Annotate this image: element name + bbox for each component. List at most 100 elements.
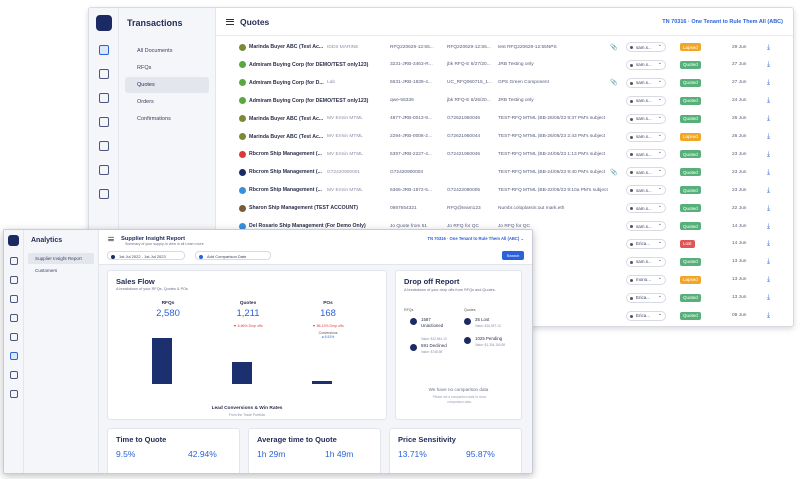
menu-icon[interactable] — [108, 236, 114, 241]
buyer-name: Admiram Buying Corp (for DEMO/TEST only1… — [249, 97, 369, 104]
nav-confirmations[interactable]: Confirmations — [125, 111, 209, 127]
table-row[interactable]: Marinda Buyer ABC (Test Ac... MV Ermin MT… — [216, 128, 793, 146]
table-row[interactable]: Sharon Ship Management (TEST ACCOUNT) 098… — [216, 199, 793, 217]
download-icon[interactable]: ⤓ — [765, 240, 772, 247]
status-badge: Lapsed — [680, 132, 701, 141]
row-date: 14 Jun — [732, 241, 747, 247]
quotes-label: Quotes — [239, 301, 257, 306]
assignee-dropdown[interactable]: sam.s... — [626, 203, 666, 214]
tenant-selector[interactable]: TN 70316 · One Tenant to Rule Them All (… — [427, 236, 524, 241]
library-icon[interactable] — [98, 189, 109, 199]
dollar-icon[interactable] — [98, 93, 109, 103]
table-row[interactable]: Admiram Buying Corp (for DEMO/TEST only1… — [216, 56, 793, 74]
subject: GPS Green Component — [498, 80, 549, 86]
table-row[interactable]: Marinda Buyer ABC (Test Ac... MV Ermin MT… — [216, 110, 793, 128]
download-icon[interactable]: ⤓ — [765, 44, 772, 51]
search-icon[interactable] — [98, 141, 109, 151]
search-icon[interactable] — [9, 333, 18, 341]
assignee-dropdown[interactable]: sam.s... — [626, 42, 666, 52]
chart-icon[interactable] — [98, 165, 109, 175]
search-button[interactable]: Search — [502, 251, 524, 260]
chart-icon[interactable] — [9, 352, 18, 360]
download-icon[interactable]: ⤓ — [765, 97, 772, 104]
table-row[interactable]: Rbcrom Ship Management (... MV Ermin MTML… — [216, 145, 793, 163]
section-title: Analytics — [31, 237, 63, 244]
analytics-main: Supplier Insight Report Summary of your … — [99, 230, 532, 473]
vessel-name: G72420900001 — [327, 169, 361, 175]
transactions-icon[interactable] — [98, 45, 109, 55]
nav-all-documents[interactable]: All Documents — [125, 43, 209, 59]
assignee-dropdown[interactable]: sam.s... — [626, 95, 666, 106]
subject: TEST-RFQ MTML (BB-26/06/23 2:43 PM's sub… — [498, 134, 606, 139]
table-row[interactable]: Admiram Buying Corp (for DEMO/TEST only1… — [216, 92, 793, 110]
download-icon[interactable]: ⤓ — [765, 115, 772, 122]
table-row[interactable]: Admiram Buying Corp (for D... Lab 5631-JRB… — [216, 74, 793, 92]
row-date: 26 Jun — [732, 116, 747, 122]
nav-quotes[interactable]: Quotes — [125, 77, 209, 93]
report-title: Supplier Insight Report — [121, 235, 186, 242]
nav-orders[interactable]: Orders — [125, 94, 209, 110]
tenant-selector[interactable]: TN 70316 · One Tenant to Rule Them All (… — [662, 19, 783, 25]
status-dot-icon — [410, 318, 417, 325]
assignee-dropdown[interactable]: sam.s... — [626, 185, 666, 196]
row-date: 22 Jun — [732, 205, 747, 211]
download-icon[interactable]: ⤓ — [765, 169, 772, 176]
download-icon[interactable]: ⤓ — [765, 276, 772, 283]
table-row[interactable]: Rbcrom Ship Management (... MV Ermin MTML… — [216, 181, 793, 199]
table-row[interactable]: Rbcrom Ship Management (... G72420900001 G… — [216, 163, 793, 181]
download-icon[interactable]: ⤓ — [765, 151, 772, 158]
table-row[interactable]: Marinda Buyer ABC (Test Ac... IDDS MARINE… — [216, 38, 793, 56]
document-icon[interactable] — [98, 69, 109, 79]
assignee-dropdown[interactable]: Erica... — [626, 310, 666, 321]
calendar-icon[interactable] — [98, 117, 109, 127]
nav-customers[interactable]: Customers — [28, 265, 94, 276]
nav-supplier-insight[interactable]: Supplier Insight Report — [28, 253, 94, 264]
vessel-name: Lab — [327, 80, 336, 86]
document-icon[interactable] — [9, 276, 18, 284]
status-badge: Quoted — [680, 293, 701, 302]
date-range-picker[interactable]: 1st Jul 2022 - 1st Jul 2023 — [107, 251, 185, 260]
comparison-date-picker[interactable]: Add Comparison Date — [195, 251, 271, 260]
assignee-dropdown[interactable]: sam.s... — [626, 131, 666, 142]
buyer-name: Rbcrom Ship Management (... — [249, 151, 322, 158]
calendar-icon[interactable] — [9, 314, 18, 322]
rfq-reference: 5397-JRB-2227-4... — [390, 151, 432, 157]
assignee-dropdown[interactable]: mono... — [626, 274, 666, 285]
download-icon[interactable]: ⤓ — [765, 133, 772, 140]
assignee-dropdown[interactable]: Erica... — [626, 238, 666, 249]
rfq-reference: 3231-JRB-3463-R... — [390, 62, 433, 68]
assignee-dropdown[interactable]: sam.s... — [626, 59, 666, 70]
assignee-dropdown[interactable]: sam.s... — [626, 149, 666, 160]
assignee-dropdown[interactable]: sam.s... — [626, 221, 666, 231]
drop-off-main: 591 Declined — [421, 343, 447, 348]
transactions-icon[interactable] — [9, 257, 18, 265]
status-dot-icon — [464, 337, 471, 344]
download-icon[interactable]: ⤓ — [765, 205, 772, 212]
calendar-icon — [111, 254, 115, 259]
subject: TEST-RFQ MTML (BB-24/06/23 9:40 PM's sub… — [498, 169, 606, 175]
grid-icon[interactable] — [9, 390, 18, 398]
dollar-icon[interactable] — [9, 295, 18, 303]
assignee-dropdown[interactable]: sam.s... — [626, 77, 666, 88]
download-icon[interactable]: ⤓ — [765, 223, 772, 230]
status-badge: Quoted — [680, 204, 701, 213]
download-icon[interactable]: ⤓ — [765, 294, 772, 301]
download-icon[interactable]: ⤓ — [765, 61, 772, 68]
library-icon[interactable] — [9, 371, 18, 379]
sales-flow-subtitle: A breakdown of your RFQs, Quotes & POs — [116, 287, 188, 291]
download-icon[interactable]: ⤓ — [765, 79, 772, 86]
download-icon[interactable]: ⤓ — [765, 312, 772, 319]
download-icon[interactable]: ⤓ — [765, 258, 772, 265]
assignee-dropdown[interactable]: sam.s... — [626, 167, 666, 178]
vessel-name: IDDS MARINE — [327, 44, 359, 50]
buyer-name: Marinda Buyer ABC (Test Ac... — [249, 133, 324, 140]
menu-icon[interactable] — [226, 18, 234, 25]
subject: TEST-RFQ MTML (BB-26/06/23 9:37 PM's sub… — [498, 116, 606, 122]
nav-rfqs[interactable]: RFQs — [125, 60, 209, 76]
download-icon[interactable]: ⤓ — [765, 187, 772, 194]
report-header: Supplier Insight Report Summary of your … — [99, 230, 532, 247]
buyer-logo-icon — [239, 43, 246, 51]
assignee-dropdown[interactable]: sam.s... — [626, 256, 666, 267]
assignee-dropdown[interactable]: sam.s... — [626, 113, 666, 124]
assignee-dropdown[interactable]: Erica... — [626, 292, 666, 303]
